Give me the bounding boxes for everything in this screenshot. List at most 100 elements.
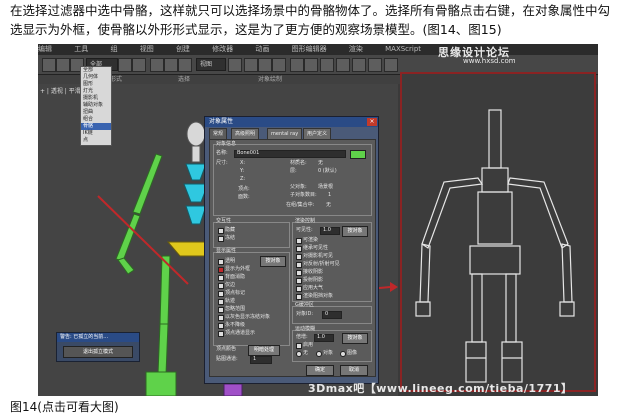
menu-item[interactable]: 视图 [140, 45, 154, 53]
filter-option[interactable]: 灯光 [81, 88, 111, 95]
name-label: 名称: [216, 150, 228, 156]
bottom-watermark: 3Dmax吧【www.lineeg.com/tieba/1771】 [308, 382, 573, 395]
ribbon-tab[interactable]: 对象绘制 [258, 75, 282, 84]
isolate-title: 警告: 已孤立的当前... [57, 333, 139, 342]
filter-option-selected[interactable]: 骨骼 [81, 123, 111, 130]
filter-option[interactable]: IK链 [81, 130, 111, 137]
render-checkbox[interactable] [296, 294, 302, 300]
figure-label[interactable]: 图14(点击可看大图) [10, 398, 119, 415]
menu-item[interactable]: 动画 [255, 45, 269, 53]
ok-button[interactable]: 确定 [306, 365, 334, 376]
render-checkbox[interactable] [296, 238, 302, 244]
close-icon[interactable]: × [367, 118, 377, 126]
curve-editor-icon[interactable] [336, 58, 350, 72]
redo-icon[interactable] [56, 58, 70, 72]
filter-option[interactable]: 全部 [81, 67, 111, 74]
filter-option[interactable]: 摄影机 [81, 95, 111, 102]
filter-option[interactable]: 点 [81, 137, 111, 144]
by-object-render-button[interactable]: 按对象 [342, 226, 368, 237]
angle-snap-icon[interactable] [258, 58, 272, 72]
render-checkbox[interactable] [296, 278, 302, 284]
enable-label: 启用 [303, 342, 314, 348]
pivot-icon[interactable] [228, 58, 242, 72]
render-setup-icon[interactable] [368, 58, 382, 72]
object-properties-dialog: 对象属性 × 常规 高级照明 mental ray 用户定义 对象信息 名称: … [204, 116, 379, 384]
right-viewport[interactable] [400, 72, 596, 392]
visibility-field[interactable]: 1.0 [320, 227, 340, 235]
rotate-icon[interactable] [164, 58, 178, 72]
object-color-swatch[interactable] [350, 150, 366, 159]
display-checkbox[interactable] [218, 283, 224, 289]
render-option: 继承可见性 [303, 245, 329, 251]
enable-blur-checkbox[interactable] [296, 343, 302, 349]
display-checkbox[interactable] [218, 315, 224, 321]
filter-option[interactable]: 扭曲 [81, 109, 111, 116]
display-checkbox[interactable] [218, 323, 224, 329]
layer-icon[interactable] [320, 58, 334, 72]
render-checkbox[interactable] [296, 254, 302, 260]
display-checkbox[interactable] [218, 331, 224, 337]
cancel-button[interactable]: 取消 [340, 365, 368, 376]
display-checkbox[interactable] [218, 259, 224, 265]
name-field[interactable]: Bone001 [234, 150, 346, 158]
mirror-icon[interactable] [290, 58, 304, 72]
map-channel-label: 贴图通道: [216, 356, 238, 362]
annotation-arrow-1 [97, 195, 189, 285]
freeze-checkbox[interactable] [218, 236, 224, 242]
undo-icon[interactable] [42, 58, 56, 72]
blur-none-label: 无 [303, 350, 309, 356]
display-checkbox[interactable] [218, 299, 224, 305]
percent-snap-icon[interactable] [272, 58, 286, 72]
render-checkbox[interactable] [296, 286, 302, 292]
blur-none-radio[interactable] [296, 351, 302, 357]
menu-item[interactable]: 修改器 [212, 45, 233, 53]
wireframe-bones [415, 109, 575, 383]
filter-option[interactable]: 辅助对象 [81, 102, 111, 109]
render-option: 可渲染 [303, 237, 319, 243]
ribbon-tab[interactable]: 选择 [178, 75, 190, 84]
map-channel-field[interactable]: 1 [250, 356, 272, 364]
select-by-name-icon[interactable] [132, 58, 146, 72]
shading-button[interactable]: 明暗处理 [248, 345, 280, 356]
exit-isolation-button[interactable]: 退出孤立模式 [63, 346, 133, 358]
by-object-button[interactable]: 按对象 [260, 256, 286, 267]
filter-option[interactable]: 图形 [81, 81, 111, 88]
move-icon[interactable] [150, 58, 164, 72]
blur-object-radio[interactable] [316, 351, 322, 357]
menu-item[interactable]: 编辑 [38, 45, 52, 53]
hide-checkbox[interactable] [218, 228, 224, 234]
map-channel-value: 1 [253, 356, 257, 362]
parent-label: 父对象: [290, 184, 307, 190]
menu-item[interactable]: 工具 [74, 45, 88, 53]
parent-value: 场景根 [318, 184, 334, 190]
reference-coordinate-dropdown[interactable]: 视图 [196, 58, 226, 71]
filter-option[interactable]: 组合 [81, 116, 111, 123]
menu-item[interactable]: MAXScript [385, 45, 421, 53]
display-as-box-checkbox[interactable] [218, 267, 224, 273]
material-editor-icon[interactable] [352, 58, 366, 72]
by-object-blur-button[interactable]: 按对象 [342, 333, 368, 344]
render-icon[interactable] [384, 58, 398, 72]
render-checkbox[interactable] [296, 246, 302, 252]
filter-option[interactable]: 几何体 [81, 74, 111, 81]
menu-item[interactable]: 组 [110, 45, 117, 53]
snap-icon[interactable] [244, 58, 258, 72]
menu-item[interactable]: 图形编辑器 [292, 45, 327, 53]
render-checkbox[interactable] [296, 262, 302, 268]
select-object-icon[interactable] [118, 58, 132, 72]
render-checkbox[interactable] [296, 270, 302, 276]
align-icon[interactable] [304, 58, 318, 72]
multiplier-field[interactable]: 1.0 [314, 334, 334, 342]
blur-image-radio[interactable] [340, 351, 346, 357]
display-option: 永不降级 [225, 322, 246, 328]
scale-icon[interactable] [178, 58, 192, 72]
display-checkbox[interactable] [218, 307, 224, 313]
menu-item[interactable]: 创建 [176, 45, 190, 53]
object-id-label: 对象ID: [296, 311, 314, 317]
object-id-field[interactable]: 0 [322, 311, 342, 319]
multiplier-label: 倍增: [296, 334, 308, 340]
menu-item[interactable]: 渲染 [349, 45, 363, 53]
display-checkbox[interactable] [218, 291, 224, 297]
dimensions-label: 尺寸: [216, 160, 228, 166]
display-checkbox[interactable] [218, 275, 224, 281]
